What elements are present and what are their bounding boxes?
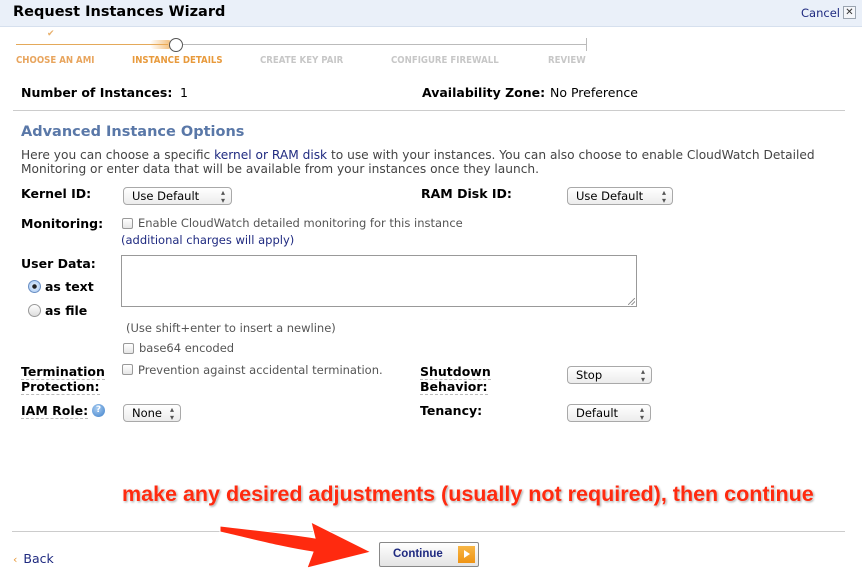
kernel-id-value: Use Default bbox=[132, 189, 200, 203]
iam-role-value: None bbox=[132, 406, 163, 420]
termination-protection-checkbox[interactable] bbox=[122, 364, 133, 375]
continue-label: Continue bbox=[393, 548, 443, 560]
select-arrows-icon: ▴ ▾ bbox=[220, 188, 225, 205]
instances-label: Number of Instances: bbox=[21, 85, 173, 100]
base64-label: base64 encoded bbox=[139, 341, 235, 355]
ramdisk-id-label: RAM Disk ID: bbox=[421, 186, 512, 201]
user-data-textarea[interactable] bbox=[121, 255, 637, 307]
availability-zone-value: No Preference bbox=[550, 85, 638, 100]
termination-protection-checkbox-label: Prevention against accidental terminatio… bbox=[138, 363, 383, 377]
cancel-link[interactable]: Cancel bbox=[801, 6, 840, 20]
summary-divider bbox=[13, 110, 845, 111]
kernel-id-select[interactable]: Use Default ▴ ▾ bbox=[123, 187, 232, 205]
current-step-marker bbox=[169, 38, 183, 52]
step-create-key-pair: CREATE KEY PAIR bbox=[260, 55, 344, 66]
iam-role-select[interactable]: None ▴ ▾ bbox=[123, 404, 181, 422]
select-arrows-icon: ▴ ▾ bbox=[639, 405, 644, 422]
step-instance-details: INSTANCE DETAILS bbox=[132, 55, 223, 66]
select-arrows-icon: ▴ ▾ bbox=[640, 367, 645, 384]
wizard-title-bar: Request Instances Wizard Cancel ✕ bbox=[0, 0, 862, 27]
user-data-label: User Data: bbox=[21, 256, 96, 271]
shutdown-behavior-value: Stop bbox=[576, 368, 603, 382]
termination-label-line1: Termination bbox=[21, 364, 105, 380]
instances-value: 1 bbox=[180, 85, 188, 100]
termination-label-line2: Protection: bbox=[21, 379, 100, 395]
back-link[interactable]: ‹ Back bbox=[13, 551, 54, 566]
advanced-options-description: Here you can choose a specific kernel or… bbox=[21, 148, 821, 176]
description-text: Here you can choose a specific bbox=[21, 148, 215, 162]
step-choose-ami: CHOOSE AN AMI bbox=[16, 55, 95, 66]
tenancy-label: Tenancy: bbox=[420, 403, 483, 418]
annotation-arrow-shape bbox=[219, 521, 373, 569]
close-icon[interactable]: ✕ bbox=[843, 6, 856, 19]
as-file-radio[interactable] bbox=[28, 304, 41, 317]
wizard-progress: ✔ CHOOSE AN AMI INSTANCE DETAILS CREATE … bbox=[0, 27, 862, 75]
tenancy-select[interactable]: Default ▴ ▾ bbox=[567, 404, 651, 422]
ramdisk-id-value: Use Default bbox=[576, 189, 644, 203]
as-text-label: as text bbox=[45, 279, 94, 294]
continue-button[interactable]: Continue bbox=[379, 542, 479, 567]
footer-divider bbox=[12, 531, 845, 532]
shutdown-label-line2: Behavior: bbox=[420, 379, 488, 395]
select-arrows-icon: ▴ ▾ bbox=[169, 405, 174, 422]
ramdisk-id-select[interactable]: Use Default ▴ ▾ bbox=[567, 187, 673, 205]
back-chevron-icon: ‹ bbox=[13, 553, 18, 566]
termination-protection-label: Termination Protection: bbox=[21, 365, 105, 395]
progress-line-end-tick bbox=[586, 38, 587, 51]
step-review: REVIEW bbox=[548, 55, 586, 66]
shutdown-label-line1: Shutdown bbox=[420, 364, 491, 380]
iam-role-label: IAM Role: bbox=[21, 403, 89, 419]
as-file-label: as file bbox=[45, 303, 88, 318]
monitoring-checkbox-label: Enable CloudWatch detailed monitoring fo… bbox=[138, 216, 463, 230]
monitoring-charges-note: (additional charges will apply) bbox=[121, 233, 295, 247]
help-icon[interactable]: ? bbox=[92, 404, 105, 417]
back-label: Back bbox=[23, 551, 54, 566]
step-complete-check-icon: ✔ bbox=[47, 29, 55, 39]
resize-grip-icon[interactable] bbox=[628, 298, 635, 305]
progress-line-completed bbox=[16, 44, 168, 45]
shutdown-behavior-select[interactable]: Stop ▴ ▾ bbox=[567, 366, 652, 384]
tenancy-value: Default bbox=[576, 406, 619, 420]
monitoring-checkbox[interactable] bbox=[122, 218, 133, 229]
kernel-id-label: Kernel ID: bbox=[21, 186, 92, 201]
as-text-radio[interactable] bbox=[28, 280, 41, 293]
availability-zone-label: Availability Zone: bbox=[422, 85, 546, 100]
progress-line-remaining bbox=[183, 44, 586, 45]
step-configure-firewall: CONFIGURE FIREWALL bbox=[391, 55, 499, 66]
advanced-options-title: Advanced Instance Options bbox=[21, 124, 245, 140]
newline-hint: (Use shift+enter to insert a newline) bbox=[126, 321, 336, 335]
annotation-arrow-icon bbox=[219, 521, 373, 569]
shutdown-behavior-label: Shutdown Behavior: bbox=[420, 365, 491, 395]
select-arrows-icon: ▴ ▾ bbox=[661, 188, 666, 205]
base64-checkbox[interactable] bbox=[123, 343, 134, 354]
kernel-ramdisk-link[interactable]: kernel or RAM disk bbox=[214, 148, 327, 162]
play-arrow-icon bbox=[458, 546, 475, 563]
wizard-title: Request Instances Wizard bbox=[13, 4, 226, 20]
monitoring-label: Monitoring: bbox=[21, 216, 104, 231]
